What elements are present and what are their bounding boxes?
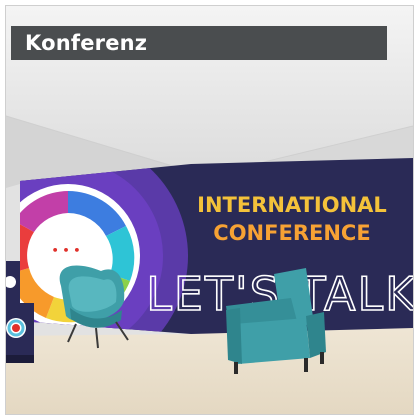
banner-headline-line2: CONFERENCE xyxy=(213,221,370,245)
card-title: Konferenz xyxy=(25,31,148,55)
conference-scene-image: INTERNATIONAL CONFERENCE LET'S TALK! • •… xyxy=(6,6,413,414)
floor xyxy=(6,324,413,414)
speech-bubble-dots: • • • xyxy=(52,244,81,257)
conference-card[interactable]: INTERNATIONAL CONFERENCE LET'S TALK! • •… xyxy=(5,5,414,415)
banner-headline-line1: INTERNATIONAL xyxy=(197,193,387,217)
card-title-bar: Konferenz xyxy=(11,26,387,60)
